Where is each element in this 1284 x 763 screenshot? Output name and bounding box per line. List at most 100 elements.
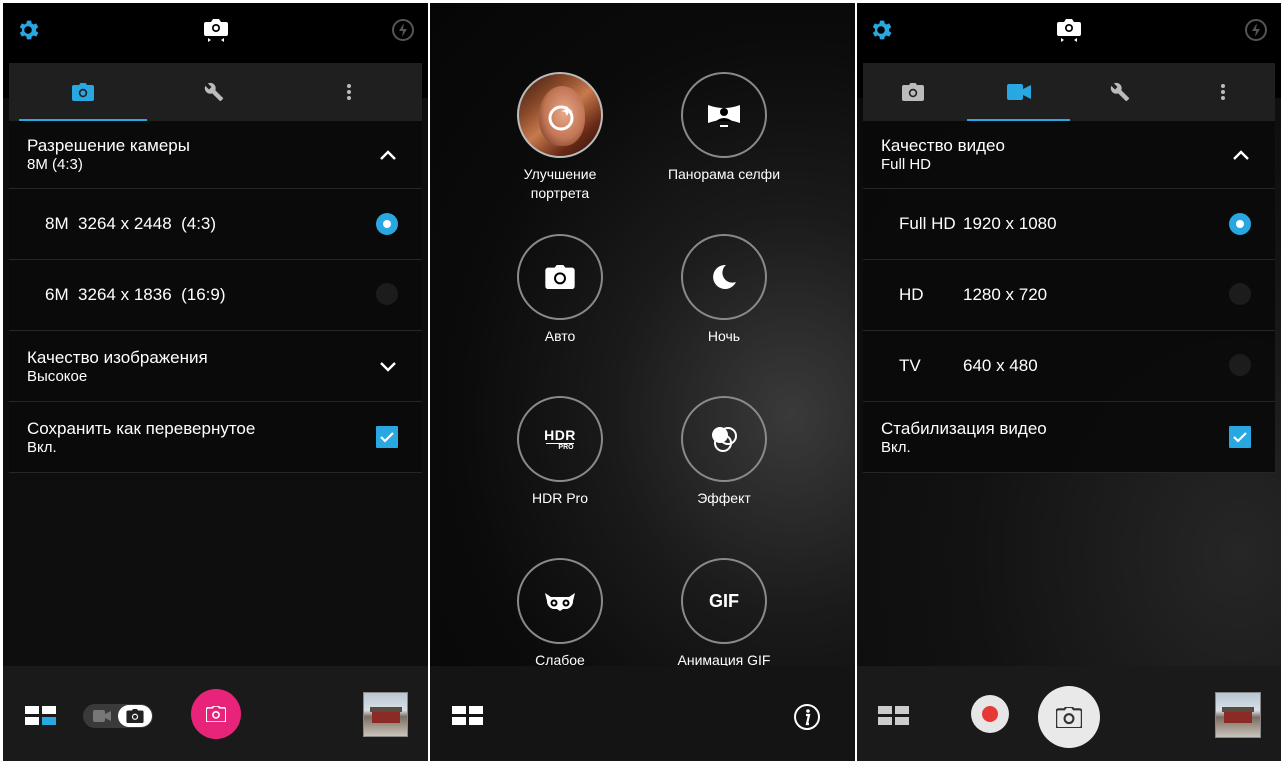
tab-tools[interactable] [159,63,269,121]
bottom-bar [3,666,428,761]
stabilization-value: Вкл. [881,439,911,456]
tab-tools[interactable] [1070,63,1170,121]
video-quality-value: Full HD [881,156,932,173]
selfie-panorama-icon [708,105,740,127]
tab-photo[interactable] [19,63,147,121]
tab-more[interactable] [319,63,379,121]
tab-photo[interactable] [863,63,963,121]
portrait-beauty-icon [548,105,574,131]
camera-settings-panel: Разрешение камеры 8M (4:3) 8M 3264 x 244… [3,3,428,761]
tab-more[interactable] [1193,63,1253,121]
top-bar [3,3,428,63]
quality-title: Качество изображения [27,348,208,367]
video-settings-panel: Качество видео Full HD Full HD 1920 x 10… [857,3,1281,761]
gallery-thumbnail[interactable] [1215,692,1261,738]
mode-effect[interactable] [681,396,767,482]
camera-modes-panel: Улучшение портрета Панорама селфи Авто Н… [430,3,855,761]
save-flipped-setting[interactable]: Сохранить как перевернутое Вкл. [9,402,422,473]
mode-low-light[interactable] [517,558,603,644]
mode-auto[interactable] [517,234,603,320]
radio-selected[interactable] [1229,213,1251,235]
record-button[interactable] [971,695,1009,733]
option-label: 6M 3264 x 1836 (16:9) [45,285,226,304]
option-name: TV [899,356,921,375]
video-quality-setting[interactable]: Качество видео Full HD [863,121,1275,189]
flash-auto-icon[interactable] [1242,16,1270,44]
switch-camera-icon[interactable] [1055,16,1083,44]
resolution-setting[interactable]: Разрешение камеры 8M (4:3) [9,121,422,189]
mode-label: Улучшение портрета [523,166,597,201]
mode-label: Панорама селфи [667,166,781,182]
camera-icon [206,706,226,722]
info-icon[interactable] [793,703,821,736]
pro-text: PRO [546,442,574,452]
mode-portrait-beauty[interactable] [517,72,603,158]
option-resolution: 1280 x 720 [963,285,1048,304]
mode-hdr-pro[interactable]: HDR PRO [517,396,603,482]
switch-camera-icon[interactable] [202,16,230,44]
modes-grid-icon[interactable] [452,706,484,731]
mode-night[interactable] [681,234,767,320]
chevron-down-icon [380,362,396,372]
option-resolution: 640 x 480 [963,356,1038,375]
hdr-pro-icon: HDR PRO [544,427,576,452]
video-icon [1006,84,1031,100]
option-label: 8M 3264 x 2448 (4:3) [45,214,217,233]
more-vert-icon [347,84,351,100]
resolution-value: 8M (4:3) [27,156,83,173]
flip-value: Вкл. [27,439,57,456]
image-quality-setting[interactable]: Качество изображения Высокое [9,331,422,402]
camera-icon [545,265,575,289]
gallery-thumbnail[interactable] [363,692,408,737]
record-icon [982,706,998,722]
gear-icon[interactable] [867,16,895,44]
radio-unselected[interactable] [1229,283,1251,305]
mode-selfie-panorama[interactable] [681,72,767,158]
flip-title: Сохранить как перевернутое [27,419,256,438]
moon-icon [713,264,736,289]
option-name: HD [899,285,924,304]
chevron-up-icon [380,150,396,160]
stabilization-title: Стабилизация видео [881,419,1047,438]
shutter-button[interactable] [191,689,241,739]
camera-icon [1056,706,1082,728]
mode-label: Авто [544,328,576,344]
settings-card: Разрешение камеры 8M (4:3) 8M 3264 x 244… [9,63,422,473]
video-icon [93,710,111,722]
wrench-icon [1110,82,1130,102]
radio-selected[interactable] [376,213,398,235]
gear-icon[interactable] [14,16,42,44]
bottom-bar [430,666,855,761]
video-option-hd[interactable]: HD 1280 x 720 [863,260,1275,331]
shutter-button[interactable] [1038,686,1100,748]
radio-unselected[interactable] [1229,354,1251,376]
video-option-tv[interactable]: TV 640 x 480 [863,331,1275,402]
mode-gif-animation[interactable]: GIF [681,558,767,644]
video-photo-toggle[interactable] [83,704,153,728]
checkbox-checked[interactable] [376,426,398,448]
modes-grid-icon[interactable] [25,706,57,731]
video-option-fullhd[interactable]: Full HD 1920 x 1080 [863,189,1275,260]
checkbox-checked[interactable] [1229,426,1251,448]
wrench-icon [204,82,224,102]
more-vert-icon [1221,84,1225,100]
flash-auto-icon[interactable] [389,16,417,44]
modes-grid-icon[interactable] [878,706,910,731]
hdr-text: HDR [544,426,576,443]
radio-unselected[interactable] [376,283,398,305]
video-stabilization-setting[interactable]: Стабилизация видео Вкл. [863,402,1275,473]
resolution-option-6m[interactable]: 6M 3264 x 1836 (16:9) [9,260,422,331]
resolution-option-8m[interactable]: 8M 3264 x 2448 (4:3) [9,189,422,260]
effect-icon [712,427,737,452]
option-name: Full HD [899,214,956,233]
quality-value: Высокое [27,368,88,385]
settings-tabs [9,63,422,121]
tab-video[interactable] [967,63,1070,121]
mode-label: Эффект [697,490,751,506]
camera-icon [118,705,152,727]
mode-label: Ночь [707,328,741,344]
video-quality-title: Качество видео [881,136,1005,155]
resolution-title: Разрешение камеры [27,136,190,155]
top-bar [857,3,1281,63]
screenshot-composite: Разрешение камеры 8M (4:3) 8M 3264 x 244… [0,0,1284,763]
